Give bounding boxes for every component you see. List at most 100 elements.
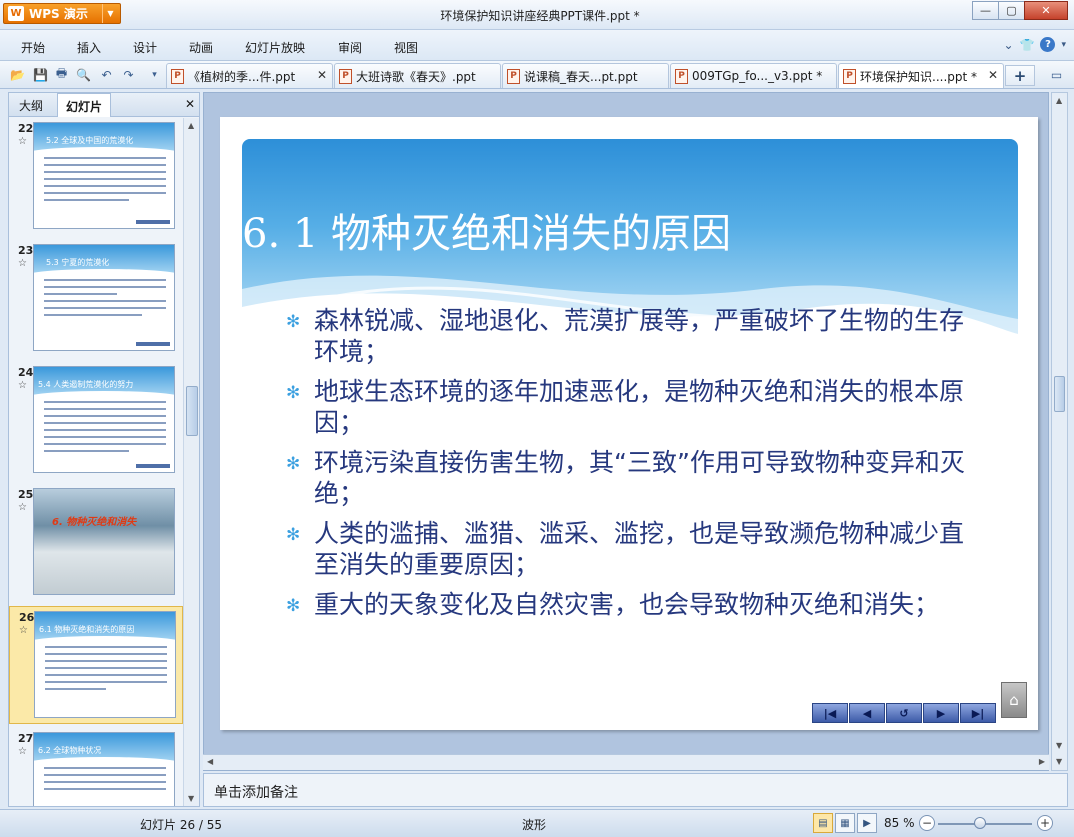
next-slide-icon[interactable]: ▶ [923,703,959,723]
bullet-text: 人类的滥捕、滥猎、滥采、滥挖，也是导致濒危物种减少直至消失的重要原因； [314,519,965,579]
thumbnail-slide-23[interactable]: 23 ☆ 5.3 宁夏的荒漠化 [9,240,183,358]
bullet-star-icon: ✻ [286,525,301,545]
window-title: 环境保护知识讲座经典PPT课件.ppt * [440,9,640,23]
menu-slideshow[interactable]: 幻灯片放映 [245,39,305,56]
doc-tab-label: 说课稿_春天...pt.ppt [524,69,638,84]
animation-star-icon: ☆ [18,502,27,513]
return-icon[interactable]: ↺ [886,703,922,723]
home-icon[interactable]: ⌂ [1001,682,1027,718]
last-slide-icon[interactable]: ▶| [960,703,996,723]
previous-slide-icon[interactable]: ◀ [849,703,885,723]
help-icon[interactable]: ? [1040,37,1056,52]
current-slide[interactable]: 6. 1 物种灭绝和消失的原因 ✻ 森林锐减、湿地退化、荒漠扩展等，严重破坏了生物… [220,117,1038,730]
zoom-level[interactable]: 85 % [884,816,915,830]
scroll-left-icon[interactable]: ◀ [207,757,213,766]
doc-tab[interactable]: P 说课稿_春天...pt.ppt [502,63,669,88]
thumbnail-slide-27[interactable]: 27 ☆ 6.2 全球物种状况 [9,728,183,806]
notes-placeholder[interactable]: 单击添加备注 [214,782,298,802]
close-icon[interactable]: ✕ [317,68,327,82]
zoom-slider-thumb[interactable] [974,817,987,829]
bullet-text: 重大的天象变化及自然灾害，也会导致物种灭绝和消失； [314,590,940,619]
bullet-star-icon: ✻ [286,596,301,616]
minimize-button[interactable]: — [972,1,999,20]
print-icon[interactable]: 🖶 [53,66,70,83]
tab-outline[interactable]: 大纲 [19,97,43,114]
edit-vertical-scrollbar[interactable]: ▲ ▼ ▼ [1051,92,1068,771]
thumbnail-image: 6. 物种灭绝和消失 [33,488,175,595]
chevron-down-icon[interactable]: ▼ [102,4,118,23]
slide-number: 25 [18,488,34,501]
notes-pane[interactable]: 单击添加备注 [203,773,1068,807]
tab-slides[interactable]: 幻灯片 [57,93,112,117]
scroll-up-icon[interactable]: ▲ [1056,96,1062,105]
thumbnail-title: 6.2 全球物种状况 [38,746,102,755]
slide-number: 22 [18,122,34,135]
bullet-item: ✻ 环境污染直接伤害生物，其“三致”作用可导致物种变异和灭绝； [286,447,976,509]
thumbnail-image: 6.1 物种灭绝和消失的原因 [34,611,176,718]
print-preview-icon[interactable]: 🔍 [75,66,92,83]
next-page-icon[interactable]: ▼ [1056,757,1062,766]
bullet-item: ✻ 人类的滥捕、滥猎、滥采、滥挖，也是导致濒危物种减少直至消失的重要原因； [286,518,976,580]
thumbnail-slide-25[interactable]: 25 ☆ 6. 物种灭绝和消失 [9,484,183,602]
normal-view-icon[interactable]: ▤ [813,813,833,833]
doc-tab[interactable]: P 《植树的季...件.ppt ✕ [166,63,333,88]
scroll-up-icon[interactable]: ▲ [188,121,194,130]
edit-horizontal-scrollbar[interactable]: ◀ ▶ [203,754,1049,770]
title-bar: W WPS 演示 ▼ 环境保护知识讲座经典PPT课件.ppt * — ▢ ✕ [0,0,1074,30]
thumbnail-slide-22[interactable]: 22 ☆ 5.2 全球及中国的荒漠化 [9,118,183,236]
slide-number: 24 [18,366,34,379]
slide-body[interactable]: ✻ 森林锐减、湿地退化、荒漠扩展等，严重破坏了生物的生存环境； ✻ 地球生态环境的逐… [286,305,976,629]
doc-tab-label: 环境保护知识....ppt * [860,69,978,84]
close-button[interactable]: ✕ [1024,1,1068,20]
ppt-file-icon: P [675,68,688,84]
menu-design[interactable]: 设计 [133,39,157,56]
slideshow-view-icon[interactable]: ▶ [857,813,877,833]
menu-insert[interactable]: 插入 [77,39,101,56]
undo-icon[interactable]: ↶ [98,66,115,83]
save-icon[interactable]: 💾 [32,66,49,83]
close-icon[interactable]: ✕ [988,68,998,82]
open-folder-icon[interactable]: 📂 [9,66,26,83]
ppt-file-icon: P [843,68,856,84]
scrollbar-thumb[interactable] [186,386,198,436]
doc-tab-active[interactable]: P 环境保护知识....ppt * ✕ [838,63,1004,88]
slide-title[interactable]: 6. 1 物种灭绝和消失的原因 [242,201,731,259]
zoom-out-button[interactable]: − [919,815,935,831]
doc-tab[interactable]: P 009TGp_fo..._v3.ppt * [670,63,837,88]
menu-animation[interactable]: 动画 [189,39,213,56]
bullet-item: ✻ 重大的天象变化及自然灾害，也会导致物种灭绝和消失； [286,589,976,620]
wps-app-menu-button[interactable]: W WPS 演示 ▼ [3,3,121,24]
slide-sorter-view-icon[interactable]: ▦ [835,813,855,833]
scroll-down-icon[interactable]: ▼ [188,794,194,803]
thumbnail-slide-24[interactable]: 24 ☆ 5.4 人类遏制荒漠化的努力 [9,362,183,480]
close-icon[interactable]: ✕ [185,97,195,111]
skin-icon[interactable]: 👕 [1020,38,1035,52]
scroll-right-icon[interactable]: ▶ [1039,757,1045,766]
maximize-button[interactable]: ▢ [998,1,1025,20]
ppt-file-icon: P [507,68,520,84]
scrollbar-thumb[interactable] [1054,376,1065,412]
scroll-down-icon[interactable]: ▼ [1056,741,1062,750]
animation-star-icon: ☆ [18,258,27,269]
slide-thumbnail-panel: 大纲 幻灯片 ✕ 22 ☆ 5.2 全球及中国的荒漠化 23 ☆ 5.3 宁夏的… [8,92,200,807]
redo-icon[interactable]: ↷ [120,66,137,83]
thumbnail-scrollbar[interactable]: ▲ ▼ [183,118,199,806]
doc-tab[interactable]: P 大班诗歌《春天》.ppt [334,63,501,88]
thumbnail-title: 5.3 宁夏的荒漠化 [46,258,110,267]
thumbnail-slide-26[interactable]: 26 ☆ 6.1 物种灭绝和消失的原因 [9,606,183,724]
slide-edit-area[interactable]: 6. 1 物种灭绝和消失的原因 ✻ 森林锐减、湿地退化、荒漠扩展等，严重破坏了生物… [203,92,1049,771]
menu-home[interactable]: 开始 [21,39,45,56]
zoom-in-button[interactable]: + [1037,815,1053,831]
thumbnail-title: 5.2 全球及中国的荒漠化 [46,136,134,145]
thumbnail-image: 5.2 全球及中国的荒漠化 [33,122,175,229]
quick-access-dropdown-icon[interactable]: ▾ [146,66,163,83]
collapse-ribbon-icon[interactable]: ⌄ [1003,38,1013,52]
menu-view[interactable]: 视图 [394,39,418,56]
tab-list-icon[interactable]: ▭ [1048,66,1065,83]
chevron-down-icon[interactable]: ▾ [1061,40,1066,50]
menu-review[interactable]: 审阅 [338,39,362,56]
first-slide-icon[interactable]: |◀ [812,703,848,723]
thumbnail-list[interactable]: 22 ☆ 5.2 全球及中国的荒漠化 23 ☆ 5.3 宁夏的荒漠化 24 ☆ [9,118,183,806]
new-tab-button[interactable]: + [1005,65,1035,86]
doc-tab-label: 《植树的季...件.ppt [188,69,296,84]
